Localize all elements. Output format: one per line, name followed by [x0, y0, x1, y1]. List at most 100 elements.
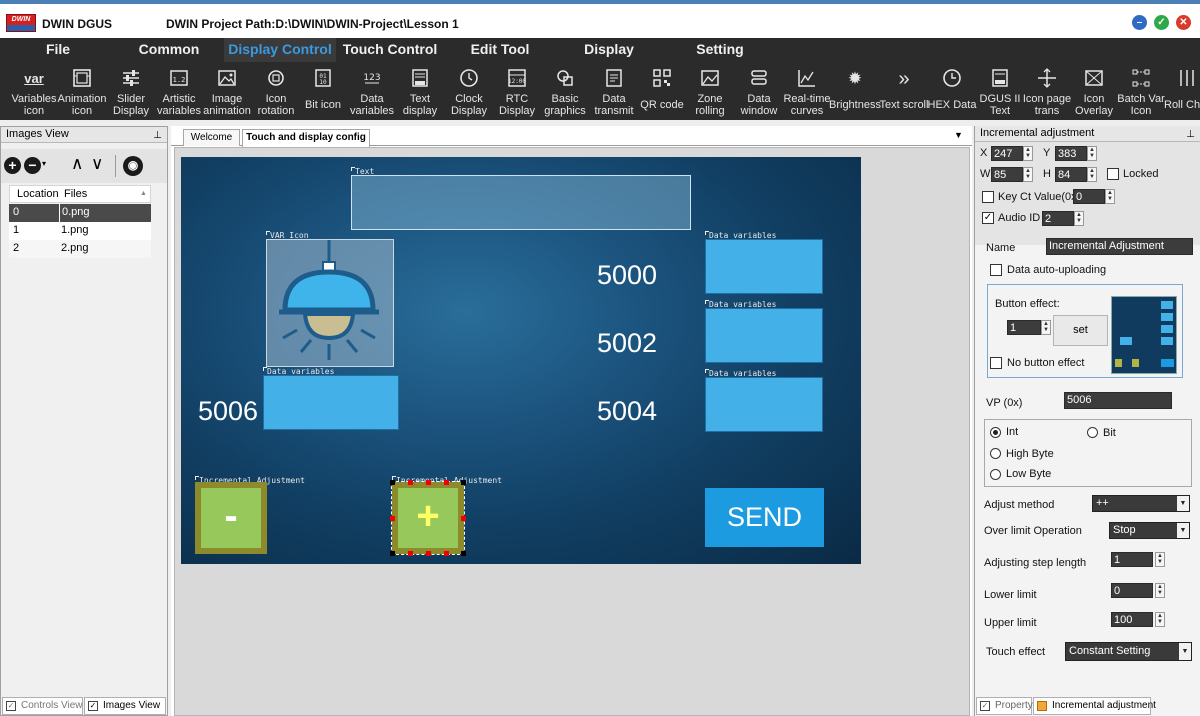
col-location[interactable]: Location: [17, 186, 59, 202]
menu-edit-tool[interactable]: Edit Tool: [462, 38, 538, 62]
audio-id-spinner[interactable]: ▲ ▼: [1074, 211, 1084, 226]
locked-checkbox[interactable]: [1107, 168, 1119, 180]
move-up-icon[interactable]: ∧: [71, 154, 83, 174]
tool-data-variables[interactable]: 123 Data variables: [349, 62, 395, 120]
tool-batch-var-icon[interactable]: Batch Var Icon: [1117, 62, 1165, 120]
key-ct-field[interactable]: 0: [1073, 189, 1105, 204]
upper-limit-spinner[interactable]: ▲ ▼: [1155, 612, 1165, 627]
resize-handle[interactable]: [390, 480, 395, 485]
remove-image-button[interactable]: −: [24, 157, 41, 174]
tool-basic-graphics[interactable]: Basic graphics: [542, 62, 588, 120]
resize-handle[interactable]: [390, 551, 395, 556]
low-byte-radio[interactable]: [990, 469, 1001, 480]
lower-limit-field[interactable]: 0: [1111, 583, 1153, 598]
table-row[interactable]: 0 0.png: [9, 204, 151, 222]
tool-text-display[interactable]: Text display: [397, 62, 443, 120]
tool-variables-icon[interactable]: var Variables icon: [11, 62, 57, 120]
data-variable-box-5000[interactable]: [705, 239, 823, 294]
h-field[interactable]: 84: [1055, 167, 1087, 182]
data-variable-box-5002[interactable]: [705, 308, 823, 363]
var-icon-control[interactable]: [266, 239, 394, 367]
menu-touch-control[interactable]: Touch Control: [338, 38, 442, 62]
tool-bit-icon[interactable]: 01 10 Bit icon: [300, 62, 346, 120]
adjust-method-select[interactable]: ++ ▼: [1092, 495, 1190, 512]
tab-controls-view[interactable]: ✓ Controls View: [2, 697, 83, 715]
lower-limit-spinner[interactable]: ▲ ▼: [1155, 583, 1165, 598]
minimize-button[interactable]: –: [1132, 15, 1147, 30]
tab-touch-and-display-config[interactable]: Touch and display config: [242, 129, 370, 147]
menu-setting[interactable]: Setting: [688, 38, 752, 62]
int-radio[interactable]: [990, 427, 1001, 438]
vp-field[interactable]: 5006: [1064, 392, 1172, 409]
tool-clock-display[interactable]: Clock Display: [446, 62, 492, 120]
tool-brightness[interactable]: ✹ Brightness: [829, 62, 881, 120]
maximize-button[interactable]: ✓: [1154, 15, 1169, 30]
bit-radio[interactable]: [1087, 427, 1098, 438]
tool-roll-chart[interactable]: Roll Chart: [1164, 62, 1200, 120]
tool-slider-display[interactable]: Slider Display: [108, 62, 154, 120]
resize-handle[interactable]: [461, 480, 466, 485]
data-auto-uploading-checkbox[interactable]: [990, 264, 1002, 276]
move-down-icon[interactable]: ∨: [91, 154, 103, 174]
touch-effect-select[interactable]: Constant Setting ▼: [1065, 642, 1192, 661]
tab-property[interactable]: ✓ Property: [976, 697, 1033, 715]
x-field[interactable]: 247: [991, 146, 1023, 161]
table-row[interactable]: 2 2.png: [9, 240, 151, 258]
y-field[interactable]: 383: [1055, 146, 1087, 161]
button-effect-field[interactable]: 1: [1007, 320, 1041, 335]
tab-welcome[interactable]: Welcome: [183, 129, 240, 146]
pin-icon[interactable]: ⊥: [1186, 127, 1195, 142]
no-button-effect-checkbox[interactable]: [990, 357, 1002, 369]
menu-file[interactable]: File: [30, 38, 86, 62]
send-button[interactable]: SEND: [705, 488, 824, 547]
resize-handle[interactable]: [390, 516, 395, 521]
tool-icon-overlay[interactable]: Icon Overlay: [1071, 62, 1117, 120]
tabs-dropdown-icon[interactable]: ▼: [954, 130, 963, 140]
resize-handle[interactable]: [408, 551, 413, 556]
tool-hex-data[interactable]: HEX Data: [928, 62, 976, 120]
chevron-down-icon[interactable]: ▾: [42, 159, 46, 168]
w-spinner[interactable]: ▲ ▼: [1023, 167, 1033, 182]
step-length-spinner[interactable]: ▲ ▼: [1155, 552, 1165, 567]
preview-eye-icon[interactable]: ◉: [123, 156, 143, 176]
tool-data-window[interactable]: Data window: [736, 62, 782, 120]
menu-display-control[interactable]: Display Control: [224, 38, 336, 62]
data-variable-box-5006[interactable]: [263, 375, 399, 430]
tool-icon-page-trans[interactable]: Icon page trans: [1023, 62, 1071, 120]
resize-handle[interactable]: [408, 480, 413, 485]
resize-handle[interactable]: [444, 480, 449, 485]
tool-rtc-display[interactable]: 12:00 RTC Display: [494, 62, 540, 120]
x-spinner[interactable]: ▲ ▼: [1023, 146, 1033, 161]
high-byte-radio[interactable]: [990, 448, 1001, 459]
data-variable-box-5004[interactable]: [705, 377, 823, 432]
over-limit-select[interactable]: Stop ▼: [1109, 522, 1190, 539]
tool-artistic-variables[interactable]: 1.2 Artistic variables: [156, 62, 202, 120]
resize-handle[interactable]: [426, 480, 431, 485]
tool-icon-rotation[interactable]: Icon rotation: [253, 62, 299, 120]
audio-id-checkbox[interactable]: ✓: [982, 212, 994, 224]
y-spinner[interactable]: ▲ ▼: [1087, 146, 1097, 161]
tool-zone-rolling[interactable]: Zone rolling: [687, 62, 733, 120]
page-canvas[interactable]: Text VAR Icon Data variables Data variab…: [181, 157, 861, 564]
tool-image-animation[interactable]: Image animation: [203, 62, 251, 120]
upper-limit-field[interactable]: 100: [1111, 612, 1153, 627]
tool-real-time-curves[interactable]: Real-time curves: [783, 62, 831, 120]
tab-incremental-adjustment[interactable]: Incremental adjustment: [1033, 697, 1156, 715]
h-spinner[interactable]: ▲ ▼: [1087, 167, 1097, 182]
menu-display[interactable]: Display: [578, 38, 640, 62]
table-row[interactable]: 1 1.png: [9, 222, 151, 240]
tab-images-view[interactable]: ✓ Images View: [84, 697, 166, 715]
tool-text-scroll[interactable]: » Text scroll: [880, 62, 929, 120]
button-effect-spinner[interactable]: ▲ ▼: [1041, 320, 1051, 335]
menu-common[interactable]: Common: [130, 38, 208, 62]
resize-handle[interactable]: [461, 551, 466, 556]
increment-button-selected[interactable]: +: [391, 481, 465, 555]
resize-handle[interactable]: [461, 516, 466, 521]
key-ct-spinner[interactable]: ▲ ▼: [1105, 189, 1115, 204]
col-files[interactable]: Files: [64, 186, 87, 202]
name-field[interactable]: Incremental Adjustment: [1046, 238, 1193, 255]
w-field[interactable]: 85: [991, 167, 1023, 182]
audio-id-field[interactable]: 2: [1042, 211, 1074, 226]
tool-data-transmit[interactable]: Data transmit: [591, 62, 637, 120]
text-control-box[interactable]: [351, 175, 691, 230]
